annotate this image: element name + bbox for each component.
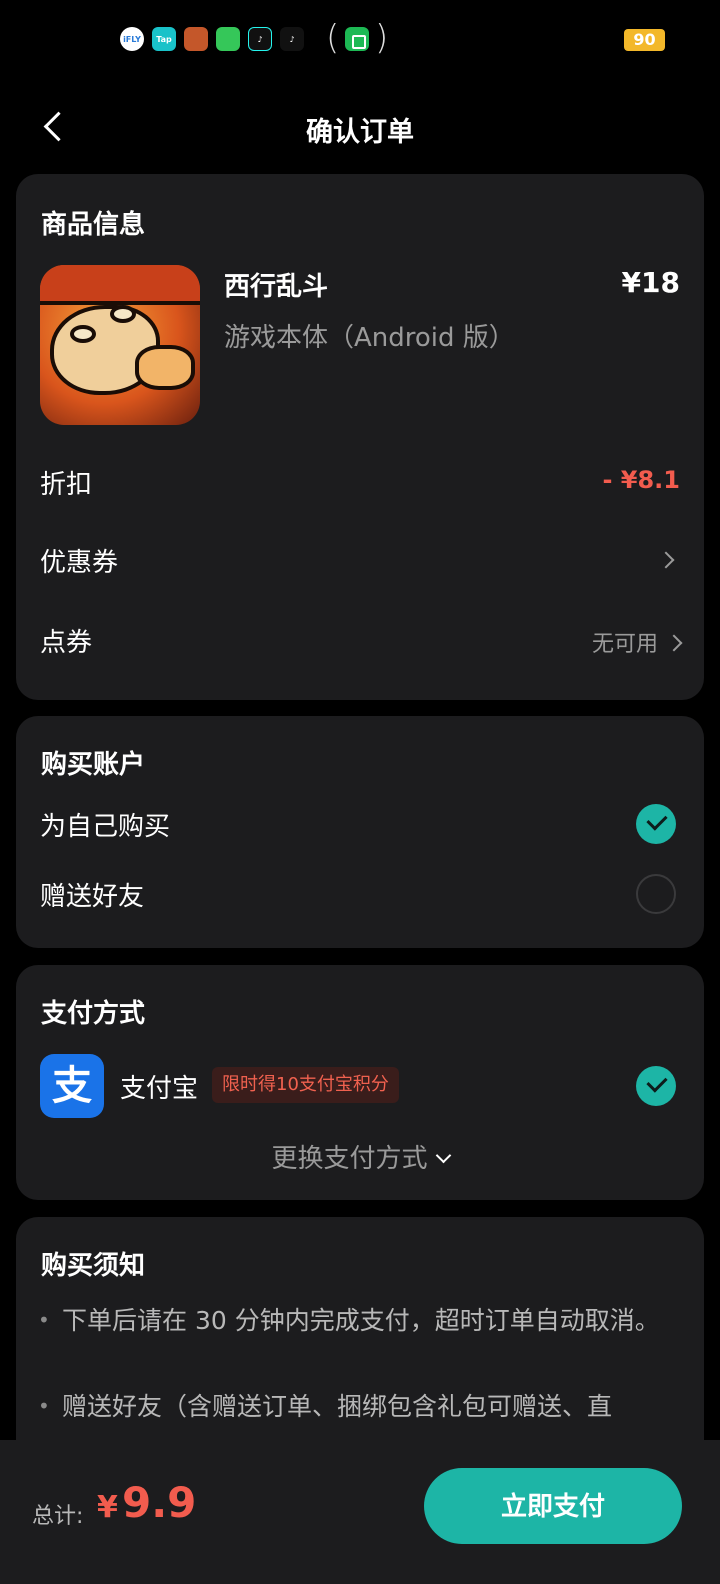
- payment-option-alipay[interactable]: 支 支付宝 限时得10支付宝积分: [16, 965, 704, 1125]
- notice-item: 赠送好友（含赠送订单、捆绑包含礼包可赠送、直: [38, 1385, 680, 1428]
- purchase-account-card: 购买账户 为自己购买 赠送好友: [16, 716, 704, 948]
- page-title: 确认订单: [306, 117, 414, 148]
- section-title-notice: 购买须知: [41, 1251, 146, 1281]
- header: 确认订单: [0, 96, 720, 160]
- promo-badge: 限时得10支付宝积分: [212, 1067, 399, 1103]
- points-coupon-row[interactable]: 点券 无可用: [16, 604, 704, 674]
- game-name: 西行乱斗: [224, 272, 329, 302]
- unchecked-radio-icon: [636, 874, 676, 914]
- tiktok-icon-2: ♪: [280, 27, 304, 51]
- coupon-row[interactable]: 优惠券: [16, 524, 704, 594]
- paren-right: ): [375, 18, 389, 58]
- coupon-label: 优惠券: [40, 548, 119, 578]
- game-icon: [184, 27, 208, 51]
- points-coupon-value: 无可用: [591, 632, 658, 657]
- alipay-icon: 支: [40, 1054, 104, 1118]
- option-gift-friend[interactable]: 赠送好友: [16, 866, 704, 922]
- taptap-icon: Tap: [152, 27, 176, 51]
- checkout-footer: 总计: ¥ 9.9 立即支付: [0, 1440, 720, 1584]
- change-payment-label: 更换支付方式: [271, 1144, 428, 1174]
- messages-icon: [216, 27, 240, 51]
- option-buy-for-self[interactable]: 为自己购买: [16, 796, 704, 852]
- total-label: 总计:: [32, 1504, 84, 1529]
- game-edition: 游戏本体（Android 版）: [224, 323, 515, 353]
- notification-icons: iFLY Tap ♪ ♪: [120, 27, 304, 51]
- iflytek-icon: iFLY: [120, 27, 144, 51]
- payment-method-name: 支付宝: [120, 1074, 199, 1104]
- discount-value: - ¥8.1: [602, 466, 680, 494]
- chevron-down-icon: [435, 1147, 451, 1164]
- game-app-icon: [40, 265, 200, 425]
- change-payment-button[interactable]: 更换支付方式: [16, 1138, 704, 1175]
- status-bar: iFLY Tap ♪ ♪ ( ) 90: [0, 0, 720, 80]
- pay-now-button[interactable]: 立即支付: [424, 1468, 682, 1544]
- total-amount: 9.9: [122, 1478, 197, 1527]
- points-coupon-label: 点券: [40, 628, 93, 658]
- game-price: ¥18: [621, 266, 680, 299]
- tiktok-icon: ♪: [248, 27, 272, 51]
- paren-left: (: [326, 18, 340, 58]
- discount-label: 折扣: [40, 470, 93, 500]
- chevron-right-icon: [665, 634, 683, 652]
- chevron-right-icon: [657, 551, 675, 569]
- payment-method-card: 支付方式 支 支付宝 限时得10支付宝积分 更换支付方式: [16, 965, 704, 1200]
- points-coupon-status: 无可用: [591, 626, 683, 658]
- battery-indicator: 90: [624, 29, 665, 51]
- app-store-icon: [345, 27, 369, 51]
- notice-item: 下单后请在 30 分钟内完成支付，超时订单自动取消。: [38, 1299, 680, 1342]
- checked-icon: [636, 804, 676, 844]
- option-label: 赠送好友: [40, 882, 145, 912]
- total-currency: ¥: [97, 1490, 118, 1525]
- product-info-card: 商品信息 西行乱斗 游戏本体（Android 版） ¥18 折扣 - ¥8.1 …: [16, 174, 704, 700]
- section-title-account: 购买账户: [41, 750, 146, 780]
- checked-icon: [636, 1066, 676, 1106]
- option-label: 为自己购买: [40, 812, 171, 842]
- section-title-product: 商品信息: [41, 210, 146, 240]
